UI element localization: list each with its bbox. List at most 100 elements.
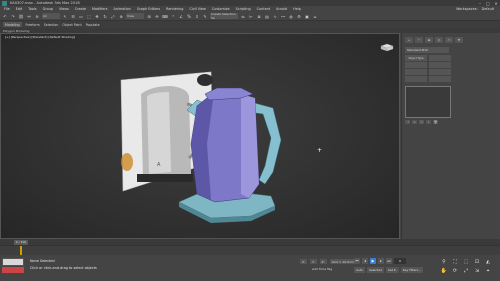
walkthrough-icon[interactable]: ⇲ <box>473 267 481 274</box>
selection-filter-dropdown[interactable]: All <box>42 13 60 19</box>
minimize-button[interactable]: – <box>476 1 484 6</box>
workspace-dropdown[interactable]: Default <box>482 7 494 11</box>
select-object-icon[interactable]: ↖ <box>62 13 68 19</box>
primitive-type-dropdown[interactable]: Standard Prim <box>405 47 449 53</box>
scale-icon[interactable]: ⤢ <box>110 13 116 19</box>
current-frame-field[interactable]: 0 <box>394 258 406 264</box>
percent-snap-icon[interactable]: % <box>186 13 192 19</box>
polygon-modeling-label[interactable]: Polygon Modeling <box>3 29 29 33</box>
tab-selection[interactable]: Selection <box>44 23 59 27</box>
menu-scripting[interactable]: Scripting <box>236 7 251 11</box>
zoom-all-icon[interactable]: ⛶ <box>451 258 459 265</box>
perspective-viewport[interactable]: [+] [Perspective] [Standard] [Default Sh… <box>0 33 400 239</box>
object-type-button-6[interactable] <box>429 69 451 75</box>
selected-dropdown[interactable]: Selected <box>366 267 384 273</box>
tab-freeform[interactable]: Freeform <box>26 23 40 27</box>
show-end-result-icon[interactable]: ⟂ <box>412 120 417 124</box>
hierarchy-tab-icon[interactable]: ▬ <box>425 37 433 43</box>
field-of-view-icon[interactable]: ◭ <box>484 258 492 265</box>
link-icon[interactable]: ⛓ <box>18 13 24 19</box>
maximize-viewport-icon[interactable]: ⤢ <box>462 267 470 274</box>
mirror-icon[interactable]: ⇋ <box>240 13 246 19</box>
named-selection-set-dropdown[interactable]: Create Selection Se <box>210 12 238 20</box>
place-icon[interactable]: ⊕ <box>118 13 124 19</box>
menu-rendering[interactable]: Rendering <box>166 7 183 11</box>
tab-object-paint[interactable]: Object Paint <box>62 23 81 27</box>
previous-frame-icon[interactable]: ◂ <box>362 258 368 264</box>
remove-modifier-icon[interactable]: ∕ <box>426 120 431 124</box>
pin-stack-icon[interactable]: ⊣ <box>405 120 410 124</box>
add-time-tag-button[interactable]: Add Time Tag <box>312 267 332 271</box>
curve-editor-icon[interactable]: ∿ <box>272 13 278 19</box>
menu-civil-view[interactable]: Civil View <box>189 7 205 11</box>
pan-icon[interactable]: ✋ <box>440 267 448 274</box>
object-type-button-7[interactable] <box>405 76 427 82</box>
zoom-extents-all-icon[interactable]: ⊡ <box>473 258 481 265</box>
track-bar[interactable] <box>0 245 500 255</box>
redo-icon[interactable]: ↷ <box>10 13 16 19</box>
menu-tools[interactable]: Tools <box>28 7 36 11</box>
rendered-frame-window-icon[interactable]: ▣ <box>304 13 310 19</box>
maxscript-listener-input[interactable] <box>2 258 24 266</box>
maximize-button[interactable]: □ <box>484 1 492 6</box>
bind-spacewarp-icon[interactable]: ≋ <box>34 13 40 19</box>
play-icon[interactable]: ▶ <box>370 258 376 264</box>
region-select-icon[interactable]: ▭ <box>78 13 84 19</box>
go-to-end-icon[interactable]: ⏭ <box>386 258 392 264</box>
maxscript-listener-output[interactable] <box>2 267 24 273</box>
undo-icon[interactable]: ↶ <box>2 13 8 19</box>
rotate-icon[interactable]: ↻ <box>102 13 108 19</box>
menu-create[interactable]: Create <box>75 7 86 11</box>
menu-file[interactable]: File <box>4 7 10 11</box>
display-tab-icon[interactable]: ▭ <box>445 37 453 43</box>
modifier-stack-list[interactable] <box>405 86 451 118</box>
menu-arnold[interactable]: Arnold <box>276 7 287 11</box>
scene-explorer-icon[interactable]: ▤ <box>264 13 270 19</box>
tab-populate[interactable]: Populate <box>86 23 100 27</box>
auto-key-button[interactable]: Auto <box>354 267 365 273</box>
layer-explorer-icon[interactable]: ≣ <box>256 13 262 19</box>
menu-modifiers[interactable]: Modifiers <box>92 7 107 11</box>
zoom-extents-icon[interactable]: ⬚ <box>462 258 470 265</box>
edit-named-selection-icon[interactable]: ✎ <box>202 13 208 19</box>
zoom-icon[interactable]: ⚲ <box>440 258 448 265</box>
menu-animation[interactable]: Animation <box>114 7 131 11</box>
fov-2-icon[interactable]: ⌖ <box>484 267 492 274</box>
align-icon[interactable]: ⊨ <box>248 13 254 19</box>
set-key-button[interactable]: Set K. <box>385 267 399 273</box>
move-icon[interactable]: ✥ <box>94 13 100 19</box>
trash-icon[interactable]: 🗑 <box>433 120 438 124</box>
make-unique-icon[interactable]: ⎔ <box>419 120 424 124</box>
render-teapot-icon[interactable]: ☕ <box>312 13 318 19</box>
menu-graph-editors[interactable]: Graph Editors <box>137 7 160 11</box>
x-coordinate-field[interactable]: X: <box>300 259 308 264</box>
key-filters-button[interactable]: Key Filters... <box>400 267 424 273</box>
snaps-toggle-icon[interactable]: ³ <box>170 13 176 19</box>
next-frame-icon[interactable]: ▸ <box>378 258 384 264</box>
orbit-icon[interactable]: ⟳ <box>451 267 459 274</box>
menu-views[interactable]: Views <box>59 7 69 11</box>
modify-tab-icon[interactable]: ◠ <box>415 37 423 43</box>
pivot-center-icon[interactable]: ⊞ <box>146 13 152 19</box>
menu-content[interactable]: Content <box>257 7 271 11</box>
unlink-icon[interactable]: ⚯ <box>26 13 32 19</box>
z-coordinate-field[interactable]: Z: <box>319 259 327 264</box>
time-slider-handle[interactable]: 0 / 100 <box>14 239 28 245</box>
spinner-snap-icon[interactable]: ⇕ <box>194 13 200 19</box>
utilities-tab-icon[interactable]: ⚒ <box>455 37 463 43</box>
y-coordinate-field[interactable]: Y: <box>310 259 317 264</box>
menu-group[interactable]: Group <box>43 7 53 11</box>
schematic-view-icon[interactable]: ⊶ <box>280 13 286 19</box>
close-button[interactable]: ✕ <box>492 1 500 6</box>
motion-tab-icon[interactable]: ◎ <box>435 37 443 43</box>
viewcube-icon[interactable] <box>379 42 395 52</box>
reference-coordinate-dropdown[interactable]: View <box>126 13 144 19</box>
menu-edit[interactable]: Edit <box>16 7 23 11</box>
object-type-button-2[interactable] <box>429 55 451 61</box>
object-type-button-8[interactable] <box>429 76 451 82</box>
object-type-button-1[interactable]: Object Type <box>405 55 427 61</box>
object-type-button-4[interactable] <box>429 62 451 68</box>
tab-modeling[interactable]: Modeling <box>3 22 22 27</box>
object-type-button-5[interactable] <box>405 69 427 75</box>
go-to-start-icon[interactable]: ⏮ <box>354 258 360 264</box>
